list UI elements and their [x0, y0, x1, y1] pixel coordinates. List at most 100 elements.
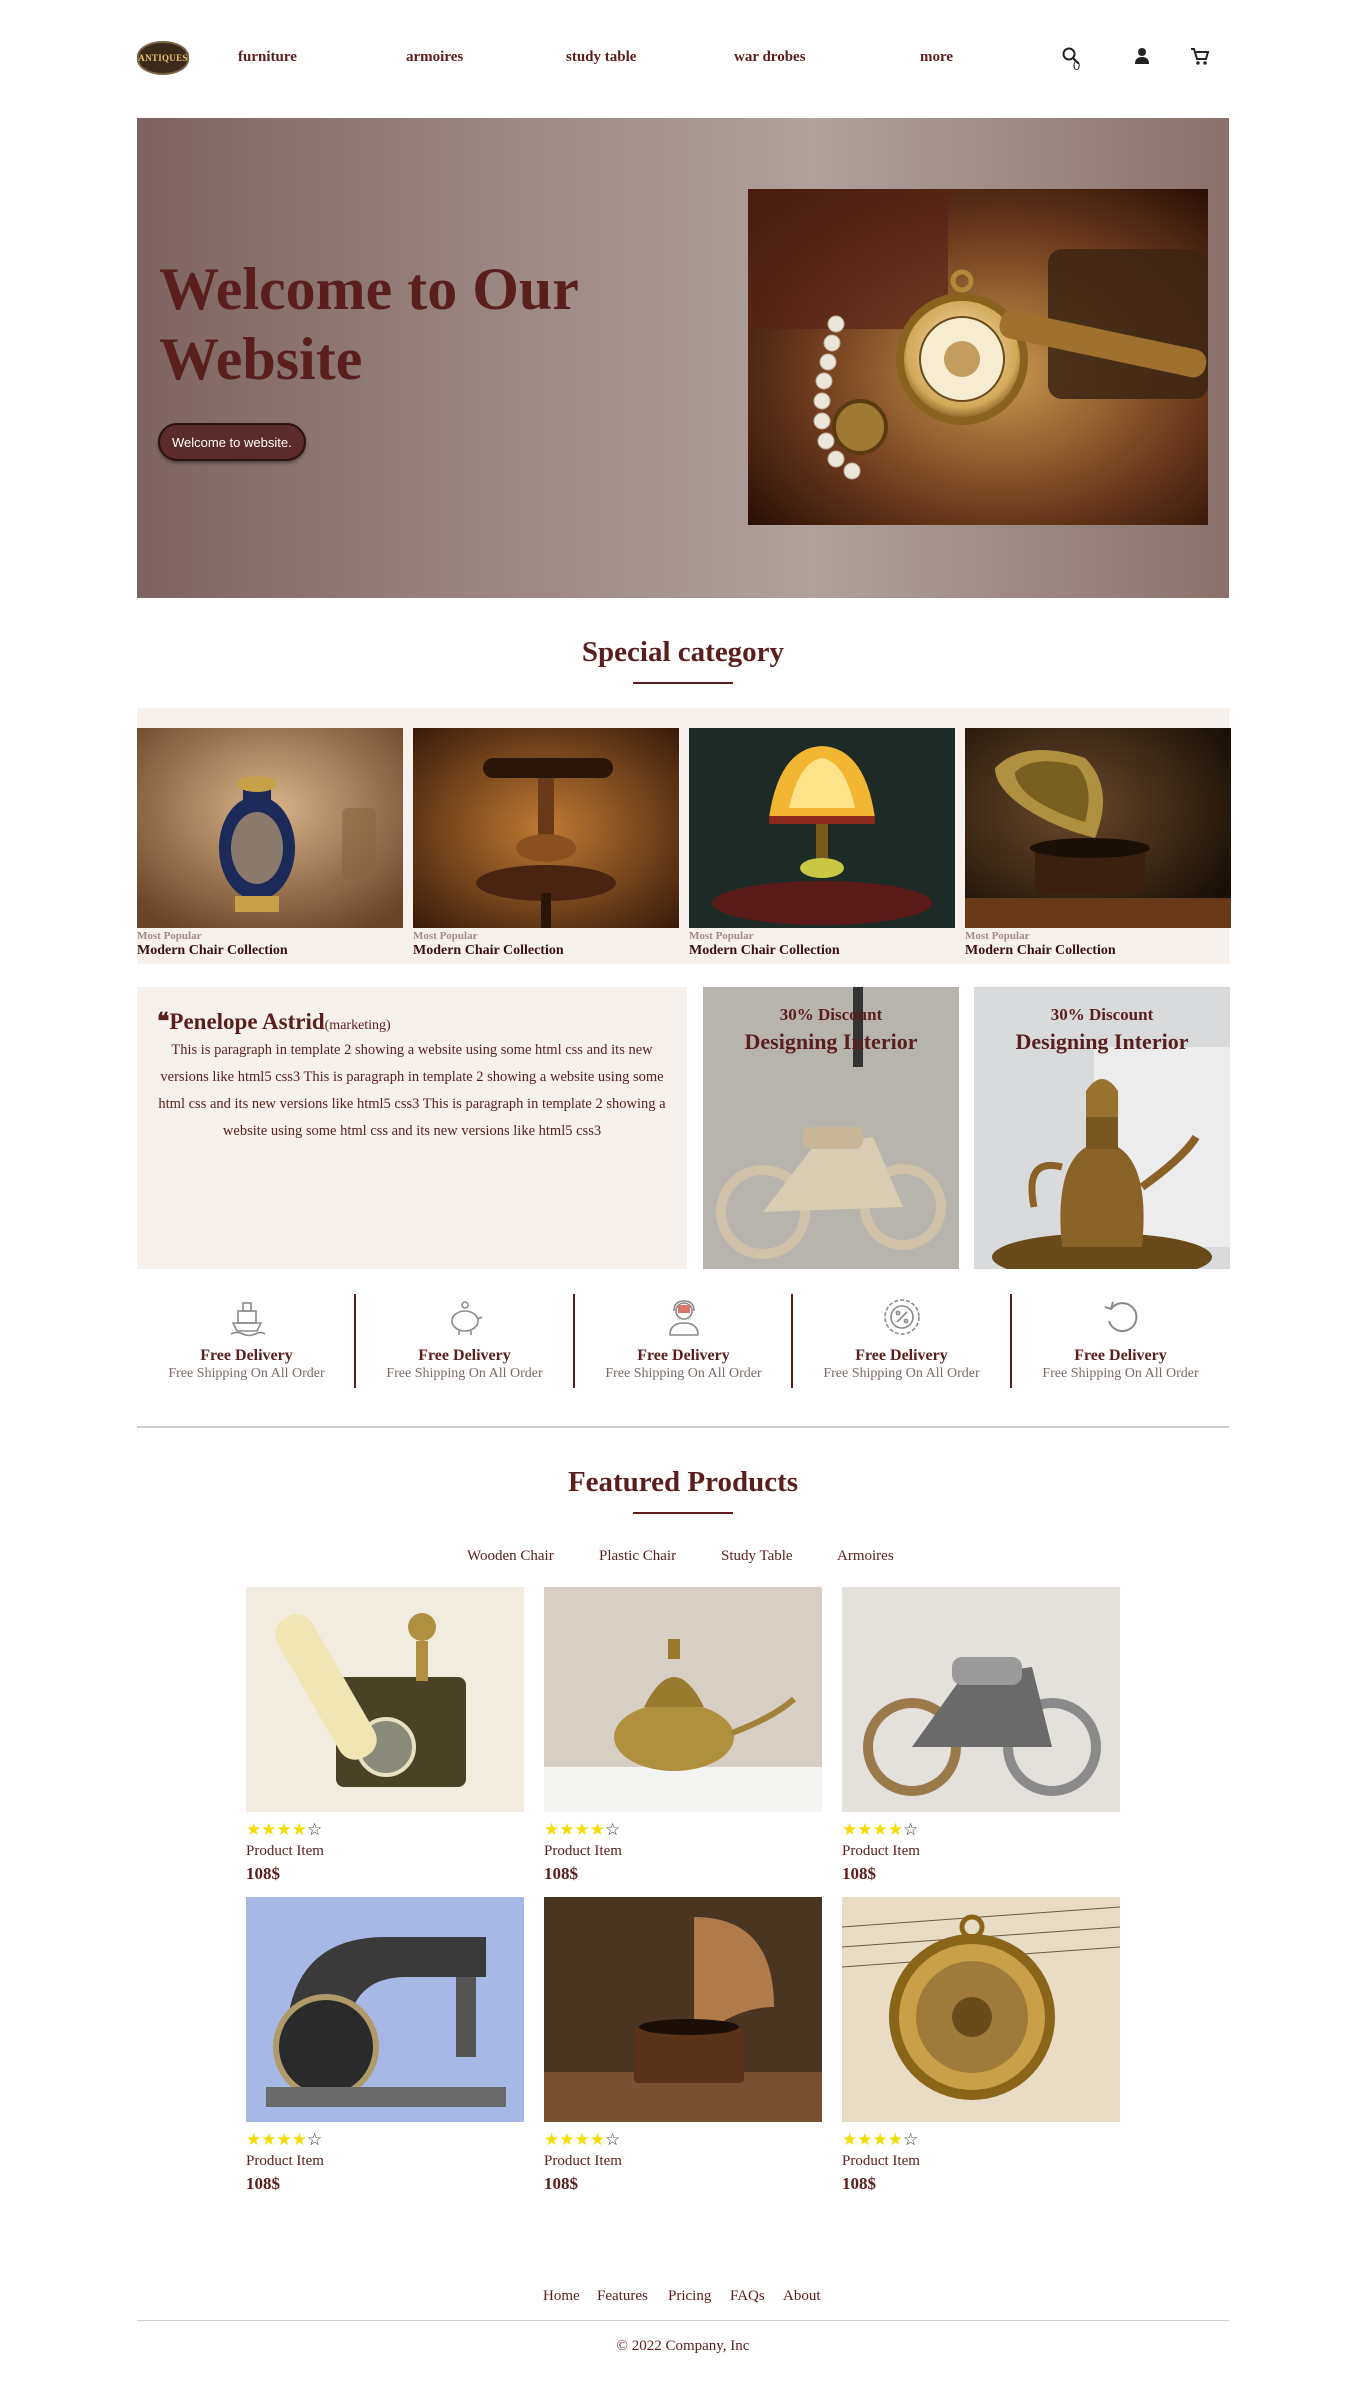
product-card[interactable]: ★★★★☆ Product Item 108$ [842, 1587, 1120, 1884]
footer-divider [137, 2320, 1229, 2321]
nav-item-furniture[interactable]: furniture [238, 49, 297, 66]
product-price: 108$ [246, 1864, 280, 1883]
tab-armoires[interactable]: Armoires [837, 1548, 894, 1565]
site-logo[interactable]: ANTIQUES [137, 41, 189, 75]
product-card[interactable]: ★★★★☆ Product Item 108$ [544, 1587, 822, 1884]
nav-item-war-drobes[interactable]: war drobes [734, 49, 806, 66]
testimonial-name: Penelope Astrid [169, 1009, 325, 1034]
feature-item: Free Delivery Free Shipping On All Order [792, 1294, 1011, 1388]
feature-subtitle: Free Shipping On All Order [823, 1366, 980, 1381]
product-name: Product Item [842, 1843, 920, 1859]
category-name: Modern Chair Collection [413, 943, 564, 958]
nav-item-more[interactable]: more [920, 49, 953, 66]
product-image-gramophone [544, 1897, 822, 2122]
product-price: 108$ [544, 1864, 578, 1883]
category-card[interactable]: Most Popular Modern Chair Collection [413, 728, 679, 959]
rating-stars: ★★★★☆ [544, 2130, 621, 2150]
rating-stars: ★★★★☆ [544, 1820, 621, 1840]
category-card[interactable]: Most Popular Modern Chair Collection [137, 728, 403, 959]
product-card[interactable]: ★★★★☆ Product Item 108$ [544, 1897, 822, 2194]
feature-title: Free Delivery [855, 1347, 948, 1364]
support-agent-icon [669, 1300, 699, 1336]
product-name: Product Item [842, 2153, 920, 2169]
site-header: ANTIQUES furniture armoires study table … [137, 0, 1229, 118]
category-subtitle: Most Popular [689, 930, 754, 942]
feature-subtitle: Free Shipping On All Order [605, 1366, 762, 1381]
logo-text: ANTIQUES [138, 53, 188, 63]
footer-link-home[interactable]: Home [543, 2288, 580, 2305]
product-price: 108$ [544, 2174, 578, 2193]
promo-title: Designing Interior [1015, 1029, 1189, 1054]
category-subtitle: Most Popular [965, 930, 1030, 942]
feature-subtitle: Free Shipping On All Order [1042, 1366, 1199, 1381]
product-name: Product Item [246, 1843, 324, 1859]
category-image-vase [137, 728, 403, 928]
footer-link-pricing[interactable]: Pricing [668, 2288, 711, 2305]
testimonial-card: ❝Penelope Astrid(marketing) This is para… [137, 987, 687, 1269]
title-underline [633, 1512, 733, 1514]
product-card[interactable]: ★★★★☆ Product Item 108$ [246, 1897, 524, 2194]
hero-image-pocket-watch [748, 189, 1208, 525]
special-category-title: Special category [581, 636, 785, 668]
tab-plastic-chair[interactable]: Plastic Chair [599, 1548, 676, 1565]
return-arrow-icon [1104, 1301, 1138, 1333]
feature-subtitle: Free Shipping On All Order [168, 1366, 325, 1381]
feature-item: Free Delivery Free Shipping On All Order [574, 1294, 793, 1388]
testimonial-text: This is paragraph in template 2 showing … [158, 1042, 666, 1139]
quote-icon: ❝ [157, 1009, 170, 1034]
category-name: Modern Chair Collection [689, 943, 840, 958]
category-card[interactable]: Most Popular Modern Chair Collection [965, 728, 1231, 959]
featured-products-title: Featured Products [567, 1466, 799, 1498]
testimonial-role: (marketing) [324, 1018, 391, 1033]
feature-title: Free Delivery [637, 1347, 730, 1364]
product-image-teapot [544, 1587, 822, 1812]
rating-stars: ★★★★☆ [842, 2130, 919, 2150]
section-divider [137, 1426, 1229, 1428]
feature-item: Free Delivery Free Shipping On All Order [1011, 1294, 1230, 1388]
hero-title: Welcome to Our Website [159, 256, 578, 392]
feature-item: Free Delivery Free Shipping On All Order [355, 1294, 574, 1388]
product-name: Product Item [544, 2153, 622, 2169]
feature-item: Free Delivery Free Shipping On All Order [137, 1294, 356, 1388]
category-image-lamp [689, 728, 955, 928]
promo-card[interactable]: 30% Discount Designing Interior [703, 987, 959, 1269]
discount-badge-icon [884, 1299, 920, 1335]
cart-count-badge: 0 [1073, 58, 1081, 73]
rating-stars: ★★★★☆ [246, 1820, 323, 1840]
footer-link-features[interactable]: Features [597, 2288, 648, 2305]
title-underline [633, 682, 733, 684]
promo-card[interactable]: 30% Discount Designing Interior [974, 987, 1230, 1269]
rating-stars: ★★★★☆ [842, 1820, 919, 1840]
footer-link-about[interactable]: About [783, 2288, 821, 2305]
product-card[interactable]: ★★★★☆ Product Item 108$ [246, 1587, 524, 1884]
feature-title: Free Delivery [1074, 1347, 1167, 1364]
promo-title: Designing Interior [744, 1029, 918, 1054]
testimonial-heading: ❝Penelope Astrid(marketing) [157, 1009, 391, 1035]
user-icon[interactable] [1131, 45, 1153, 67]
category-image-gramophone [965, 728, 1231, 928]
product-name: Product Item [544, 1843, 622, 1859]
copyright: © 2022 Company, Inc [616, 2338, 750, 2354]
tab-wooden-chair[interactable]: Wooden Chair [467, 1548, 554, 1565]
ship-icon [230, 1302, 266, 1337]
promo-discount: 30% Discount [779, 1005, 883, 1024]
category-band: Most Popular Modern Chair Collection Mos… [137, 708, 1231, 964]
hero-button[interactable]: Welcome to website. [158, 423, 306, 461]
nav-item-armoires[interactable]: armoires [406, 49, 463, 66]
product-price: 108$ [246, 2174, 280, 2193]
category-name: Modern Chair Collection [965, 943, 1116, 958]
nav-item-study-table[interactable]: study table [566, 49, 636, 66]
piggy-bank-icon [451, 1301, 483, 1335]
cart-icon[interactable] [1189, 45, 1211, 67]
rating-stars: ★★★★☆ [246, 2130, 323, 2150]
tab-study-table[interactable]: Study Table [721, 1548, 793, 1565]
footer-link-faqs[interactable]: FAQs [730, 2288, 765, 2305]
category-image-telephone [413, 728, 679, 928]
product-price: 108$ [842, 1864, 876, 1883]
hero-banner: Welcome to Our Website Welcome to websit… [137, 118, 1229, 598]
product-name: Product Item [246, 2153, 324, 2169]
category-card[interactable]: Most Popular Modern Chair Collection [689, 728, 955, 959]
product-card[interactable]: ★★★★☆ Product Item 108$ [841, 1897, 1121, 2194]
feature-title: Free Delivery [200, 1347, 293, 1364]
promo-discount: 30% Discount [1050, 1005, 1154, 1024]
